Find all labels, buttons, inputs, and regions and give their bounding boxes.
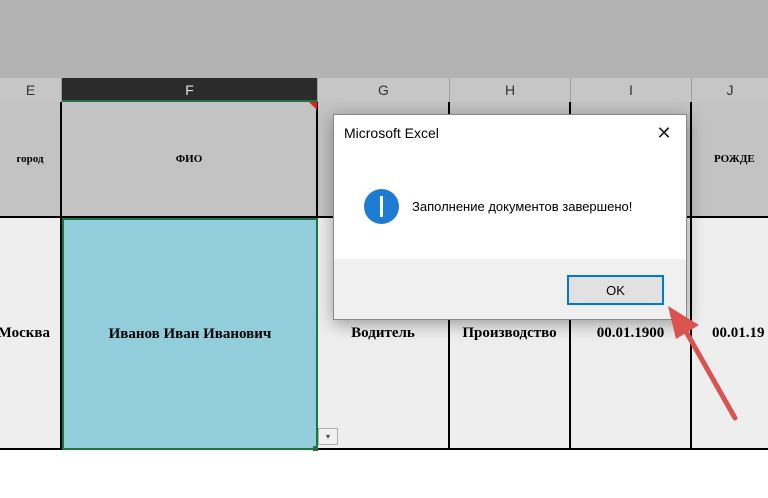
comment-indicator-icon[interactable]	[309, 102, 317, 110]
cell-e-header[interactable]: город	[0, 102, 62, 218]
autofill-options-button[interactable]: ▾	[318, 428, 338, 445]
empty-rows-area	[0, 450, 768, 498]
cell-j-header[interactable]: РОЖДЕ	[692, 102, 768, 218]
cell-f-data-selected[interactable]: Иванов Иван Иванович	[62, 218, 318, 450]
dialog-message: Заполнение документов завершено!	[412, 199, 633, 214]
column-header-j[interactable]: J	[692, 78, 768, 102]
info-icon	[364, 189, 399, 224]
cell-f-header[interactable]: ФИО	[62, 102, 318, 218]
column-header-i[interactable]: I	[571, 78, 692, 102]
ribbon-area	[0, 0, 768, 78]
message-dialog: Microsoft Excel ✕ Заполнение документов …	[333, 114, 687, 320]
column-header-e[interactable]: E	[0, 78, 62, 102]
column-headers: E F G H I J	[0, 78, 768, 102]
column-header-f[interactable]: F	[62, 78, 318, 102]
fill-handle[interactable]	[313, 446, 318, 451]
cell-j-data[interactable]: 00.01.19	[692, 218, 768, 450]
column-header-h[interactable]: H	[450, 78, 571, 102]
column-header-g[interactable]: G	[318, 78, 450, 102]
dialog-footer: OK	[334, 259, 686, 319]
ok-button[interactable]: OK	[567, 275, 664, 305]
cell-e-data[interactable]: Москва	[0, 218, 62, 450]
close-icon[interactable]: ✕	[652, 121, 676, 145]
dialog-title: Microsoft Excel	[344, 125, 439, 141]
